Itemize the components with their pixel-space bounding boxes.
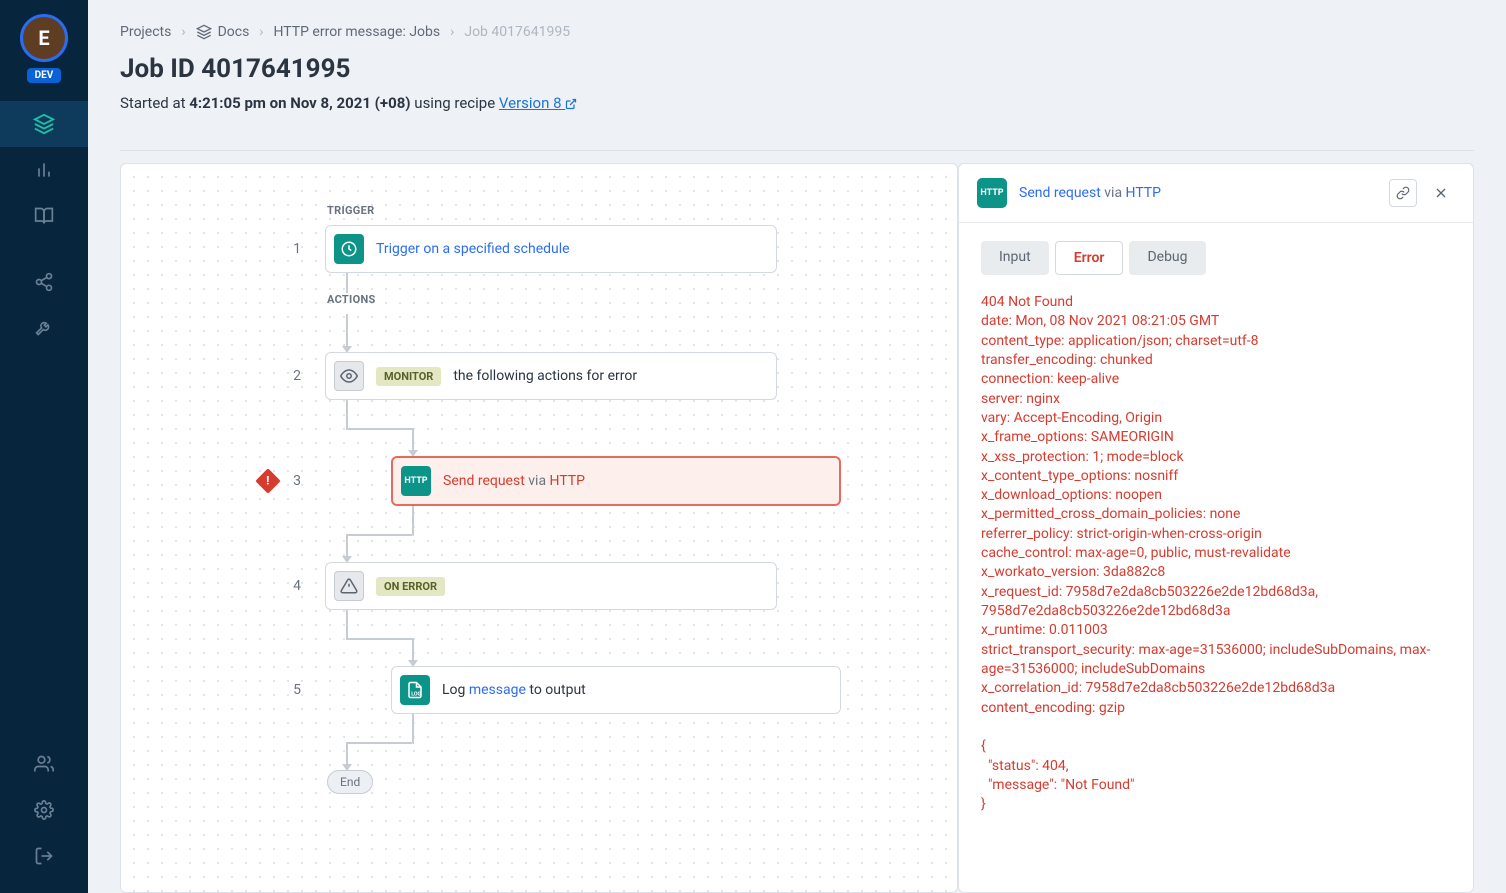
- step-row-2: 2 MONITOR the following actions for erro…: [261, 352, 957, 400]
- nav-tools[interactable]: [0, 305, 88, 351]
- connector: [412, 714, 957, 770]
- clock-icon: [334, 234, 364, 264]
- breadcrumb-recipe[interactable]: HTTP error message: Jobs: [274, 24, 441, 40]
- step-row-4: 4 ON ERROR: [261, 562, 957, 610]
- warning-icon: [334, 571, 364, 601]
- http-icon: HTTP: [401, 466, 431, 496]
- step-detail-panel: HTTP Send request via HTTP Input Error D: [958, 163, 1474, 893]
- book-icon: [34, 206, 54, 226]
- main: Projects › Docs › HTTP error message: Jo…: [88, 0, 1506, 893]
- chevron-right-icon: ›: [181, 24, 185, 40]
- copy-link-button[interactable]: [1389, 179, 1417, 207]
- step-text: Log message to output: [442, 682, 586, 698]
- step-row-1: 1 Trigger on a specified schedule: [261, 225, 957, 273]
- step-card-trigger[interactable]: Trigger on a specified schedule: [325, 225, 777, 273]
- step-text: Trigger on a specified schedule: [376, 241, 570, 257]
- log-icon: LOG: [400, 675, 430, 705]
- on-error-badge: ON ERROR: [376, 577, 445, 596]
- panel-tabs: Input Error Debug: [981, 241, 1451, 275]
- http-icon: HTTP: [977, 178, 1007, 208]
- close-icon: [1433, 185, 1449, 201]
- users-icon: [34, 754, 54, 774]
- connector: [412, 506, 957, 562]
- step-row-5: 5 LOG Log message to output: [261, 666, 957, 714]
- org-logo-letter: E: [38, 26, 49, 50]
- external-link-icon: [565, 98, 577, 110]
- connector: [335, 273, 359, 293]
- step-number: 5: [285, 682, 309, 698]
- breadcrumb-projects[interactable]: Projects: [120, 24, 171, 40]
- breadcrumb: Projects › Docs › HTTP error message: Jo…: [120, 24, 1474, 40]
- step-card-on-error[interactable]: ON ERROR: [325, 562, 777, 610]
- connector: [346, 610, 957, 666]
- error-output: 404 Not Found date: Mon, 08 Nov 2021 08:…: [981, 293, 1451, 814]
- nav-settings[interactable]: [0, 787, 88, 833]
- connector: [346, 400, 957, 456]
- end-pill: End: [327, 770, 373, 794]
- page-title: Job ID 4017641995: [120, 54, 1474, 84]
- nav-recipes[interactable]: [0, 101, 88, 147]
- gear-icon: [34, 800, 54, 820]
- org-logo[interactable]: E: [20, 14, 68, 62]
- recipe-version-link[interactable]: Version 8: [499, 94, 577, 112]
- chevron-right-icon: ›: [450, 24, 454, 40]
- error-marker-icon: [255, 468, 280, 493]
- panel-header: HTTP Send request via HTTP: [959, 164, 1473, 223]
- layers-icon: [33, 113, 55, 135]
- bar-chart-icon: [34, 160, 54, 180]
- folder-stack-icon: [196, 24, 212, 40]
- tab-input[interactable]: Input: [981, 241, 1049, 275]
- step-card-http-error[interactable]: HTTP Send request via HTTP: [391, 456, 841, 506]
- breadcrumb-current: Job 4017641995: [464, 24, 570, 40]
- nav-library[interactable]: [0, 193, 88, 239]
- step-card-log[interactable]: LOG Log message to output: [391, 666, 841, 714]
- step-number: 3: [285, 473, 309, 489]
- logout-icon: [34, 846, 54, 866]
- step-number: 4: [285, 578, 309, 594]
- step-card-monitor[interactable]: MONITOR the following actions for error: [325, 352, 777, 400]
- env-badge: DEV: [27, 68, 62, 83]
- step-number: 2: [285, 368, 309, 384]
- job-start-time: 4:21:05 pm on Nov 8, 2021 (+08): [189, 94, 410, 112]
- nav-team[interactable]: [0, 741, 88, 787]
- eye-icon: [334, 361, 364, 391]
- nav-dashboard[interactable]: [0, 147, 88, 193]
- step-text: the following actions for error: [453, 368, 637, 384]
- tab-error[interactable]: Error: [1055, 241, 1124, 275]
- step-number: 1: [285, 241, 309, 257]
- sidebar: E DEV: [0, 0, 88, 893]
- monitor-badge: MONITOR: [376, 367, 441, 386]
- connector: [335, 314, 359, 352]
- wrench-icon: [34, 318, 54, 338]
- section-trigger-label: TRIGGER: [327, 204, 957, 217]
- chevron-right-icon: ›: [259, 24, 263, 40]
- content: TRIGGER 1 Trigger on a specified schedul…: [88, 151, 1506, 893]
- close-panel-button[interactable]: [1427, 179, 1455, 207]
- link-icon: [1396, 186, 1410, 200]
- breadcrumb-docs[interactable]: Docs: [196, 24, 250, 40]
- header: Projects › Docs › HTTP error message: Jo…: [88, 0, 1506, 130]
- panel-body: Input Error Debug 404 Not Found date: Mo…: [959, 223, 1473, 892]
- tab-debug[interactable]: Debug: [1129, 241, 1205, 275]
- nav-logout[interactable]: [0, 833, 88, 879]
- step-row-3: 3 HTTP Send request via HTTP: [261, 456, 957, 506]
- section-actions-label: ACTIONS: [327, 293, 957, 306]
- subheader: Started at 4:21:05 pm on Nov 8, 2021 (+0…: [120, 94, 1474, 112]
- recipe-canvas: TRIGGER 1 Trigger on a specified schedul…: [120, 163, 958, 893]
- nav-connections[interactable]: [0, 259, 88, 305]
- share-icon: [34, 272, 54, 292]
- svg-text:LOG: LOG: [411, 691, 421, 697]
- panel-title: HTTP Send request via HTTP: [977, 178, 1161, 208]
- step-text: Send request via HTTP: [443, 473, 585, 489]
